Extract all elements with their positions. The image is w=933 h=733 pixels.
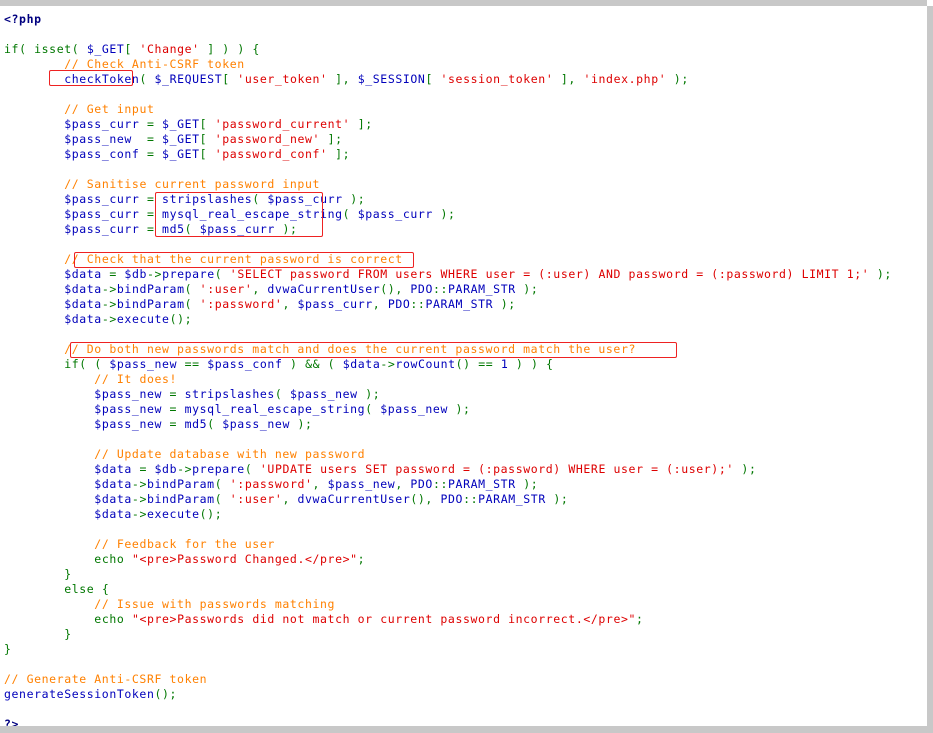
code-line-37: echo "<pre>Password Changed.</pre>"; (94, 552, 366, 566)
code-line-42: } (64, 627, 72, 641)
code-line-3: if( isset( $_GET[ 'Change' ] ) ) { (4, 42, 260, 56)
code-line-19: $data->bindParam( ':user', dvwaCurrentUs… (64, 282, 539, 296)
php-source-listing: <?php if( isset( $_GET[ 'Change' ] ) ) {… (0, 6, 927, 726)
code-line-4: // Check Anti-CSRF token (64, 57, 245, 71)
code-line-23: // Do both new passwords match and does … (64, 342, 636, 356)
code-line-46: generateSessionToken(); (4, 687, 178, 701)
code-line-8: $pass_curr = $_GET[ 'password_current' ]… (64, 117, 373, 131)
code-line-17: // Check that the current password is co… (64, 252, 403, 266)
code-line-26: $pass_new = stripslashes( $pass_new ); (94, 387, 381, 401)
code-line-21: $data->execute(); (64, 312, 193, 326)
code-line-32: $data->bindParam( ':password', $pass_new… (94, 477, 539, 491)
code-line-27: $pass_new = mysql_real_escape_string( $p… (94, 402, 471, 416)
code-line-10: $pass_conf = $_GET[ 'password_conf' ]; (64, 147, 351, 161)
code-line-1: <?php (4, 12, 42, 26)
code-line-9: $pass_new = $_GET[ 'password_new' ]; (64, 132, 343, 146)
code-line-5: checkToken( $_REQUEST[ 'user_token' ], $… (64, 72, 689, 86)
code-line-7: // Get input (64, 102, 155, 116)
code-line-40: // Issue with passwords matching (94, 597, 336, 611)
code-line-39: else { (64, 582, 110, 596)
code-line-25: // It does! (94, 372, 178, 386)
code-line-24: if( ( $pass_new == $pass_conf ) && ( $da… (64, 357, 554, 371)
code-line-13: $pass_curr = stripslashes( $pass_curr ); (64, 192, 366, 206)
code-line-18: $data = $db->prepare( 'SELECT password F… (64, 267, 892, 281)
code-pane[interactable]: <?php if( isset( $_GET[ 'Change' ] ) ) {… (0, 6, 927, 726)
code-line-12: // Sanitise current password input (64, 177, 321, 191)
code-line-41: echo "<pre>Passwords did not match or cu… (94, 612, 644, 626)
code-line-48: ?> (4, 717, 20, 726)
code-line-36: // Feedback for the user (94, 537, 275, 551)
code-line-31: $data = $db->prepare( 'UPDATE users SET … (94, 462, 757, 476)
code-line-33: $data->bindParam( ':user', dvwaCurrentUs… (94, 492, 569, 506)
code-line-20: $data->bindParam( ':password', $pass_cur… (64, 297, 516, 311)
code-line-34: $data->execute(); (94, 507, 223, 521)
code-line-14: $pass_curr = mysql_real_escape_string( $… (64, 207, 456, 221)
code-line-15: $pass_curr = md5( $pass_curr ); (64, 222, 298, 236)
source-code-window: <?php if( isset( $_GET[ 'Change' ] ) ) {… (0, 0, 933, 733)
code-line-45: // Generate Anti-CSRF token (4, 672, 208, 686)
code-line-38: } (64, 567, 72, 581)
code-line-28: $pass_new = md5( $pass_new ); (94, 417, 313, 431)
code-line-30: // Update database with new password (94, 447, 366, 461)
code-line-43: } (4, 642, 12, 656)
